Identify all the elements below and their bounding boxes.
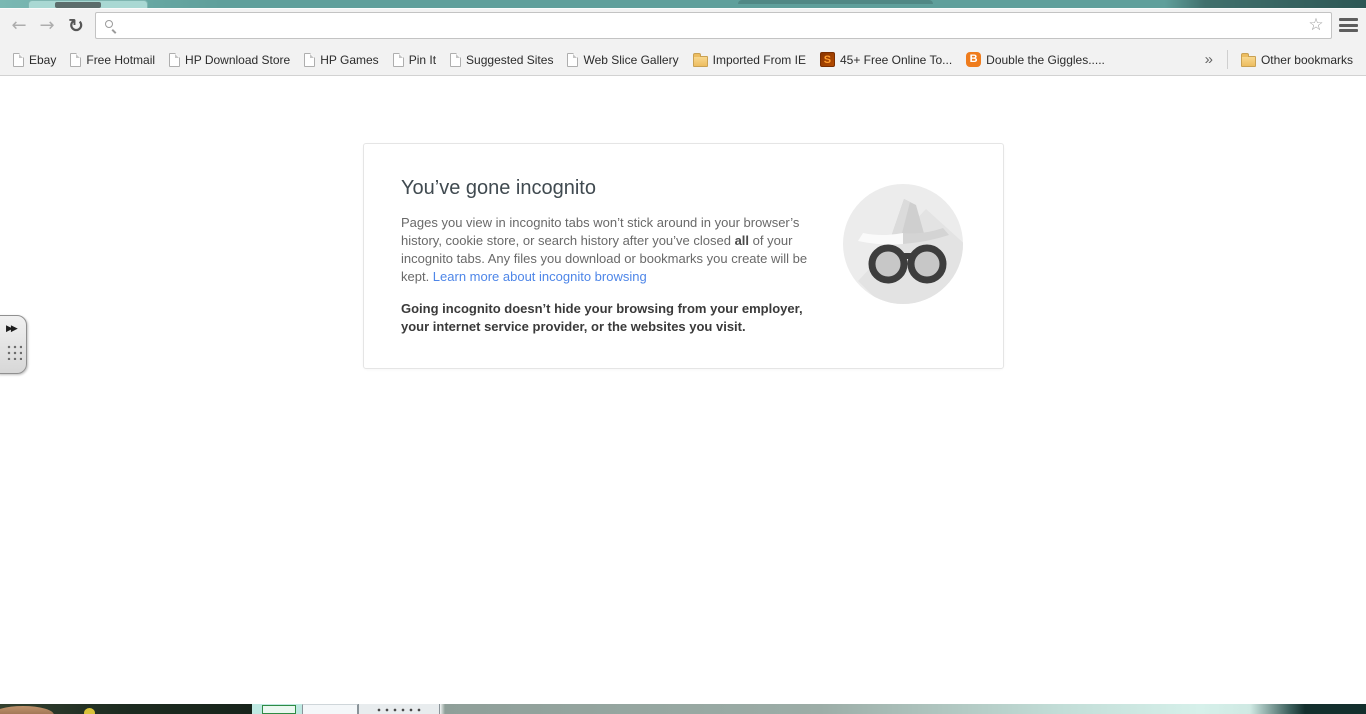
menu-bar <box>1339 18 1358 21</box>
bookmark-item[interactable]: Ebay <box>6 50 63 70</box>
address-input[interactable] <box>122 14 1297 37</box>
reload-button[interactable]: ↻ <box>63 13 89 39</box>
incognito-warning: Going incognito doesn’t hide your browsi… <box>401 301 803 334</box>
sidebar-flap-handle[interactable]: ▶▶ <box>0 315 27 374</box>
bookmark-label: Pin It <box>408 52 437 67</box>
page-icon <box>392 52 404 67</box>
folder-icon <box>692 52 708 67</box>
bookmark-label: Double the Giggles..... <box>986 52 1105 67</box>
page-icon <box>169 52 181 67</box>
bookmark-item[interactable]: HP Games <box>297 50 385 70</box>
window-titlebar <box>0 0 1366 8</box>
page-icon <box>304 52 316 67</box>
forward-button[interactable]: → <box>34 13 60 39</box>
bookmark-star-icon[interactable]: ☆ <box>1305 13 1327 38</box>
folder-icon <box>1240 52 1256 67</box>
incognito-card: You’ve gone incognito Pages you view in … <box>363 143 1004 369</box>
bookmark-item[interactable]: B Double the Giggles..... <box>959 49 1112 70</box>
bookmark-item[interactable]: S 45+ Free Online To... <box>813 49 959 70</box>
taskbar-slot <box>252 704 302 714</box>
browser-toolbar: ← → ↻ ☆ <box>0 8 1366 44</box>
bookmark-item[interactable]: Free Hotmail <box>63 50 162 70</box>
page-title: You’ve gone incognito <box>401 177 596 199</box>
bookmarks-separator <box>1226 50 1228 69</box>
windows-taskbar-sliver <box>0 704 1366 714</box>
learn-more-link[interactable]: Learn more about incognito browsing <box>433 269 647 284</box>
taskbar-button-green[interactable] <box>262 705 296 714</box>
taskbar-dots-icon <box>375 708 425 712</box>
menu-bar <box>1339 23 1358 27</box>
bookmark-label: Free Hotmail <box>86 52 156 67</box>
taskbar-button-dots[interactable] <box>358 704 440 714</box>
bookmarks-bar: Ebay Free Hotmail HP Download Store HP G… <box>0 44 1366 76</box>
omnibox[interactable]: ☆ <box>95 12 1332 39</box>
taskbar-left-segment <box>0 704 252 714</box>
bookmark-item[interactable]: Pin It <box>386 50 443 70</box>
page-icon <box>13 52 24 67</box>
bookmark-label: HP Games <box>320 52 379 67</box>
incognito-spy-icon <box>843 184 963 304</box>
page-icon <box>567 52 579 67</box>
bookmarks-overflow-chevron-icon[interactable]: » <box>1197 51 1221 68</box>
taskbar-right-segment <box>440 704 1366 714</box>
menu-icon[interactable] <box>1338 18 1359 34</box>
bookmark-item[interactable]: HP Download Store <box>162 50 297 70</box>
bookmark-label: Suggested Sites <box>466 52 554 67</box>
bookmark-label: Ebay <box>29 52 57 67</box>
menu-bar <box>1339 29 1358 33</box>
taskbar-button-white[interactable] <box>302 704 358 714</box>
expand-chevron-icon: ▶▶ <box>6 324 18 334</box>
blogger-icon: B <box>966 52 982 67</box>
taskbar-icon-sliver[interactable] <box>84 708 95 714</box>
s-icon: S <box>819 52 835 67</box>
page-icon <box>70 52 82 67</box>
bookmark-label: 45+ Free Online To... <box>839 52 953 67</box>
bookmark-item[interactable]: Imported From IE <box>686 50 813 70</box>
bookmark-label: Web Slice Gallery <box>583 52 679 67</box>
incognito-description: Pages you view in incognito tabs won’t s… <box>401 214 817 286</box>
browser-tab[interactable] <box>28 0 148 8</box>
other-bookmarks-label: Other bookmarks <box>1260 52 1353 67</box>
bookmark-label: Imported From IE <box>712 52 806 67</box>
description-bold-all: all <box>734 233 750 248</box>
page-content: You’ve gone incognito Pages you view in … <box>0 76 1366 704</box>
bookmark-item[interactable]: Web Slice Gallery <box>560 50 685 70</box>
start-orb-sliver[interactable] <box>0 706 54 714</box>
bookmark-label: HP Download Store <box>185 52 291 67</box>
background-tab[interactable] <box>738 0 933 4</box>
page-icon <box>450 52 462 67</box>
search-icon <box>105 20 113 28</box>
bookmark-item[interactable]: Suggested Sites <box>443 50 560 70</box>
back-button[interactable]: ← <box>6 13 32 39</box>
other-bookmarks-button[interactable]: Other bookmarks <box>1234 50 1360 70</box>
grip-dots-icon <box>5 343 22 360</box>
